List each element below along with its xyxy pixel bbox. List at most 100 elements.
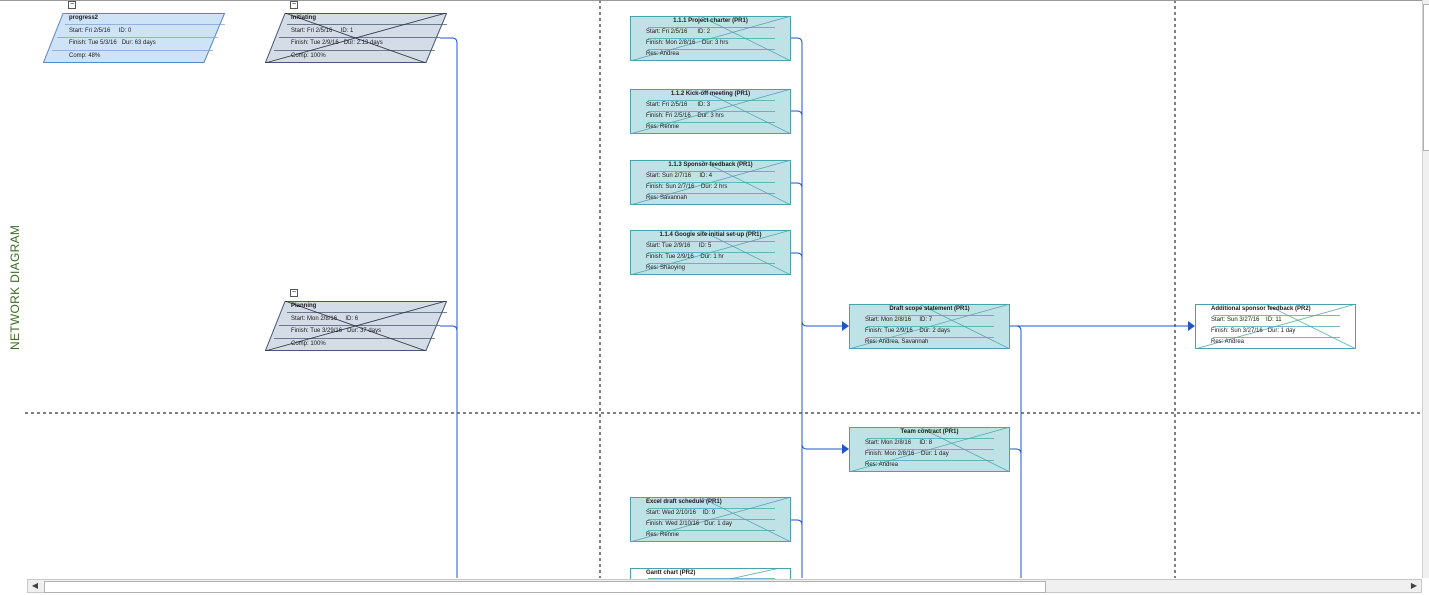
- node-start: Start: Sun 2/7/16: [646, 173, 692, 179]
- node-title: progress2: [69, 15, 99, 21]
- node-start: Start: Mon 2/8/16: [291, 316, 338, 322]
- node-id: ID: 9: [702, 510, 716, 516]
- node-comp: Comp: 48%: [69, 53, 101, 59]
- node-id: ID: 0: [118, 28, 132, 34]
- node-finish: Finish: Tue 2/9/16: [865, 328, 913, 334]
- scroll-left-icon[interactable]: ◀: [28, 580, 42, 592]
- node-id: ID: 6: [345, 316, 359, 322]
- node-title: Draft scope statement (PR1): [889, 306, 970, 312]
- node-dur: Dur: 37 days: [347, 328, 382, 334]
- link-google: [790, 252, 803, 259]
- task-node-gantt-chart[interactable]: Gantt chart (PR2): [630, 568, 791, 579]
- node-title: Initiating: [291, 15, 316, 21]
- summary-node-planning[interactable]: Planning Start: Mon 2/8/16 ID: 6 Finish:…: [265, 301, 447, 351]
- task-node-additional-sponsor[interactable]: Additional sponsor feedback (PR2) Start:…: [1195, 304, 1356, 349]
- horizontal-scrollbar[interactable]: ◀ ▶: [27, 579, 1422, 593]
- scroll-right-icon[interactable]: ▶: [1407, 580, 1421, 592]
- node-finish: Finish: Mon 2/8/16: [865, 451, 915, 457]
- node-dur: Dur: 3 hrs: [702, 40, 729, 46]
- node-id: ID: 4: [699, 173, 713, 179]
- collapse-initiating-icon[interactable]: −: [290, 1, 298, 9]
- node-id: ID: 5: [698, 243, 712, 249]
- node-res: Res: Andrea: [1211, 339, 1245, 345]
- node-finish: Finish: Wed 2/10/16: [646, 521, 700, 527]
- node-start: Start: Mon 2/8/16: [865, 317, 912, 323]
- task-node-google-site[interactable]: 1.1.4 Google site initial set-up (PR1) S…: [630, 230, 791, 275]
- arrow-team: [842, 444, 849, 454]
- node-dur: Dur: 1 day: [921, 451, 949, 457]
- node-title: Planning: [291, 303, 317, 309]
- node-id: ID: 1: [340, 28, 354, 34]
- node-res: Res: Andrea: [865, 462, 899, 468]
- node-finish: Finish: Fri 2/5/16: [646, 113, 691, 119]
- node-id: ID: 3: [697, 102, 711, 108]
- node-start: Start: Wed 2/10/16: [646, 510, 696, 516]
- node-id: ID: 7: [919, 317, 933, 323]
- node-start: Start: Fri 2/5/16: [646, 29, 688, 35]
- collapse-planning-icon[interactable]: −: [290, 289, 298, 297]
- node-res: Res: Rennie: [646, 532, 680, 538]
- node-finish: Finish: Tue 2/9/16: [291, 40, 339, 46]
- node-id: ID: 8: [919, 440, 933, 446]
- node-id: ID: 11: [1266, 317, 1282, 323]
- link-lines: [440, 37, 1188, 578]
- node-dur: Dur: 1 day: [1267, 328, 1296, 334]
- node-finish: Finish: Tue 2/9/16: [646, 254, 694, 260]
- arrow-scope: [842, 321, 849, 331]
- link-team-in: [1010, 448, 1022, 455]
- node-start: Start: Fri 2/5/16: [646, 102, 688, 108]
- task-node-sponsor-feedback[interactable]: 1.1.3 Sponsor feedback (PR1) Start: Sun …: [630, 160, 791, 205]
- vertical-scrollbar-thumb[interactable]: [1423, 4, 1429, 151]
- node-res: Res: Andrea: [646, 51, 680, 57]
- node-finish: Finish: Mon 2/8/16: [646, 40, 696, 46]
- node-start: Start: Tue 2/9/16: [646, 243, 691, 249]
- node-title: 1.1.4 Google site initial set-up (PR1): [659, 232, 762, 238]
- link-to-scope: [801, 320, 842, 327]
- link-sponsor: [790, 182, 803, 189]
- node-title: Additional sponsor feedback (PR2): [1211, 306, 1311, 312]
- node-res: Res: Rennie: [646, 124, 680, 130]
- view-label-network-diagram: NETWORK DIAGRAM: [8, 224, 22, 350]
- node-start: Start: Fri 2/5/16: [69, 28, 111, 34]
- task-node-project-charter[interactable]: 1.1.1 Project charter (PR1) Start: Fri 2…: [630, 16, 791, 61]
- node-id: ID: 2: [697, 29, 711, 35]
- node-title: Gantt chart (PR2): [646, 570, 696, 576]
- task-node-team-contract[interactable]: Team contract (PR1) Start: Mon 2/8/16 ID…: [849, 427, 1010, 472]
- node-title: 1.1.2 Kick-off meeting (PR1): [670, 91, 751, 97]
- horizontal-scrollbar-thumb[interactable]: [44, 581, 1046, 593]
- node-res: Res: Savannah: [646, 195, 688, 201]
- node-dur: Dur: 1 day: [704, 521, 732, 527]
- summary-node-initiating[interactable]: Initiating Start: Fri 2/5/16 ID: 1 Finis…: [265, 13, 447, 63]
- node-res: Res: Andrea, Savannah: [865, 339, 929, 345]
- node-title: Team contract (PR1): [900, 429, 959, 435]
- node-comp: Comp: 100%: [291, 341, 326, 347]
- link-branch-tasks: [790, 37, 803, 578]
- task-node-draft-scope[interactable]: Draft scope statement (PR1) Start: Mon 2…: [849, 304, 1010, 349]
- node-dur: Dur: 2 hrs: [701, 184, 728, 190]
- arrow-addsponsor: [1188, 321, 1195, 331]
- node-res: Res: Shaoying: [646, 265, 686, 271]
- node-finish: Finish: Sun 3/27/16: [1211, 328, 1263, 334]
- node-finish: Finish: Sun 2/7/16: [646, 184, 695, 190]
- node-dur: Dur: 3 hrs: [697, 113, 724, 119]
- node-start: Start: Mon 2/8/16: [865, 440, 912, 446]
- link-team-branch: [1010, 325, 1022, 578]
- vertical-scrollbar[interactable]: [1422, 0, 1429, 578]
- link-kickoff: [790, 110, 803, 117]
- node-title: Excel draft schedule (PR1): [646, 499, 722, 505]
- task-node-excel-schedule[interactable]: Excel draft schedule (PR1) Start: Wed 2/…: [630, 497, 791, 542]
- summary-node-progress2[interactable]: progress2 Start: Fri 2/5/16 ID: 0 Finish…: [43, 13, 225, 63]
- node-finish: Finish: Tue 3/29/16: [291, 328, 343, 334]
- link-to-team: [801, 443, 842, 450]
- node-dur: Dur: 2 days: [919, 328, 951, 334]
- node-start: Start: Fri 2/5/16: [291, 28, 333, 34]
- node-start: Start: Sun 3/27/16: [1211, 317, 1260, 323]
- node-comp: Comp: 100%: [291, 53, 326, 59]
- node-dur: Dur: 63 days: [121, 40, 156, 46]
- node-finish: Finish: Tue 5/3/16: [69, 40, 117, 46]
- node-title: 1.1.3 Sponsor feedback (PR1): [668, 162, 753, 168]
- collapse-progress2-icon[interactable]: −: [68, 1, 76, 9]
- node-dur: Dur: 1 hr: [700, 254, 724, 260]
- node-title: 1.1.1 Project charter (PR1): [673, 18, 748, 24]
- task-node-kickoff-meeting[interactable]: 1.1.2 Kick-off meeting (PR1) Start: Fri …: [630, 89, 791, 134]
